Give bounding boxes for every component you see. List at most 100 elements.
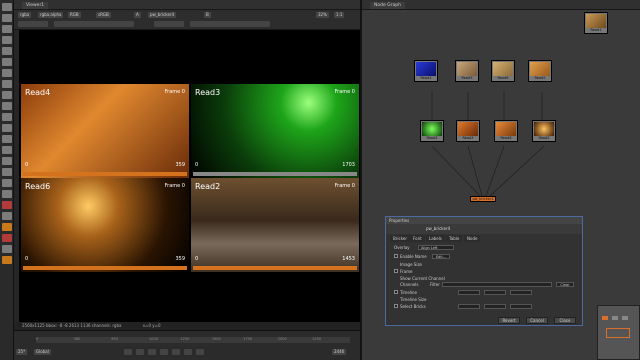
next-key-icon[interactable] (184, 349, 192, 355)
prev-key-icon[interactable] (136, 349, 144, 355)
3d-tool-icon[interactable] (2, 124, 12, 132)
node-label: Read6 (497, 76, 509, 80)
alpha-select[interactable]: rgba.alpha (38, 12, 64, 18)
gizmo-tool-icon[interactable] (2, 212, 12, 220)
bricker-node[interactable]: pw_bricker4 (470, 196, 496, 202)
keyer-tool-icon[interactable] (2, 91, 12, 99)
play-back-icon[interactable] (148, 349, 156, 355)
tab-viewer[interactable]: Viewer1 (22, 2, 49, 9)
gamma-field[interactable] (154, 21, 184, 27)
custom-tool-icon[interactable] (2, 234, 12, 242)
tab-font[interactable]: Font (410, 235, 425, 242)
input-a-select[interactable]: A (134, 12, 141, 18)
other-tool-icon[interactable] (2, 190, 12, 198)
colorspace-select[interactable]: RGB (68, 12, 81, 18)
furnace-tool-icon[interactable] (2, 201, 12, 209)
plugin-tool-icon[interactable] (2, 223, 12, 231)
frame-checkbox[interactable] (394, 269, 398, 273)
enable-name-checkbox[interactable] (394, 254, 398, 258)
read-node[interactable]: Read6 (491, 60, 515, 82)
bricks-field-1[interactable] (458, 304, 480, 309)
node-thumbnail (416, 62, 436, 76)
input-node-select[interactable]: pw_bricker4 (148, 12, 177, 18)
draw-tool-icon[interactable] (2, 36, 12, 44)
stop-icon[interactable] (160, 349, 168, 355)
input-b-select[interactable]: B (204, 12, 211, 18)
merge-tool-icon[interactable] (2, 102, 12, 110)
tile-label: Read6 (25, 182, 51, 191)
skip-start-icon[interactable] (124, 349, 132, 355)
current-frame-field[interactable]: 2446 (332, 349, 347, 355)
viewer-status: 2560x1125 bbox: -8 -8 2613 1136 channels… (14, 322, 360, 330)
select-tool-icon[interactable] (2, 3, 12, 11)
read-node[interactable]: Read4 (420, 120, 444, 142)
read1-node[interactable]: Read1 (584, 12, 608, 34)
timeline-checkbox[interactable] (394, 290, 398, 294)
metadata-tool-icon[interactable] (2, 146, 12, 154)
minimap-viewport[interactable] (606, 328, 630, 338)
channel-select[interactable]: rgba (18, 12, 32, 18)
tile-start: 0 (25, 162, 29, 168)
timeline-label: Timeline (400, 290, 418, 295)
node-label: Read4 (420, 76, 432, 80)
channel-tool-icon[interactable] (2, 58, 12, 66)
gain-slider[interactable] (54, 21, 134, 27)
read-node[interactable]: Read2 (528, 60, 552, 82)
read-node[interactable]: Read4 (414, 60, 438, 82)
overlay-select[interactable]: Align Left (418, 245, 454, 250)
viewer-panel: Viewer1 rgba rgba.alpha RGB sRGB A pw_br… (14, 0, 360, 360)
filter-tool-icon[interactable] (2, 80, 12, 88)
bricks-field-3[interactable] (510, 304, 532, 309)
read-node[interactable]: Read3 (455, 60, 479, 82)
cancel-button[interactable]: Cancel (526, 317, 548, 324)
select-bricks-checkbox[interactable] (394, 304, 398, 308)
read-node[interactable]: Read3 (456, 120, 480, 142)
timeline-field-3[interactable] (510, 290, 532, 295)
timeline-field-2[interactable] (484, 290, 506, 295)
tile-progress-fill (23, 172, 187, 176)
tab-labels[interactable]: Labels (426, 235, 445, 242)
timeline-field-1[interactable] (458, 290, 480, 295)
filter-input[interactable] (442, 282, 552, 287)
range-mode-select[interactable]: Global (34, 349, 51, 355)
close-button[interactable]: Close (554, 317, 576, 324)
time-tool-icon[interactable] (2, 47, 12, 55)
edit-name-button[interactable]: Edit... (432, 254, 450, 259)
filter-label: Filter (430, 282, 440, 287)
tab-table[interactable]: Table (446, 235, 463, 242)
bricks-field-2[interactable] (484, 304, 506, 309)
tab-bricker[interactable]: Bricker (390, 235, 410, 242)
tile-progress-fill (193, 172, 357, 176)
transform-tool-icon[interactable] (2, 113, 12, 121)
clear-button[interactable]: Clear (556, 282, 574, 287)
deep-tool-icon[interactable] (2, 168, 12, 176)
read-node[interactable]: Read2 (532, 120, 556, 142)
views-tool-icon[interactable] (2, 135, 12, 143)
bricker-tool-icon[interactable] (2, 256, 12, 264)
zoom-select[interactable]: 32% (316, 12, 329, 18)
fps-field[interactable]: 25* (16, 349, 28, 355)
skip-end-icon[interactable] (196, 349, 204, 355)
lut-select[interactable]: sRGB (96, 12, 111, 18)
revert-button[interactable]: Revert (498, 317, 520, 324)
toolsets-tool-icon[interactable] (2, 179, 12, 187)
node-graph-minimap[interactable] (597, 305, 640, 360)
proxy-select[interactable]: 1:1 (334, 12, 345, 18)
image-tool-icon[interactable] (2, 25, 12, 33)
timeline-tick: 1000 (149, 337, 158, 341)
gain-field[interactable] (18, 21, 48, 27)
tile-end: 359 (175, 256, 185, 262)
gamma-slider[interactable] (190, 21, 270, 27)
tab-node[interactable]: Node (464, 235, 481, 242)
frame-label: Frame (400, 269, 413, 274)
color-tool-icon[interactable] (2, 69, 12, 77)
particles-tool-icon[interactable] (2, 157, 12, 165)
timeline-track[interactable]: 0 360 650 1000 1250 1500 1750 2000 2250 (36, 337, 350, 343)
extra-tool-icon[interactable] (2, 245, 12, 253)
paint-tool-icon[interactable] (2, 14, 12, 22)
read-node[interactable]: Read6 (494, 120, 518, 142)
node-name-field[interactable]: pw_bricker4 (426, 226, 450, 231)
play-icon[interactable] (172, 349, 180, 355)
node-thumbnail (493, 62, 513, 76)
viewer-canvas[interactable]: Read4 Frame 0 0 359 Read3 Frame 0 0 1703… (19, 30, 360, 322)
